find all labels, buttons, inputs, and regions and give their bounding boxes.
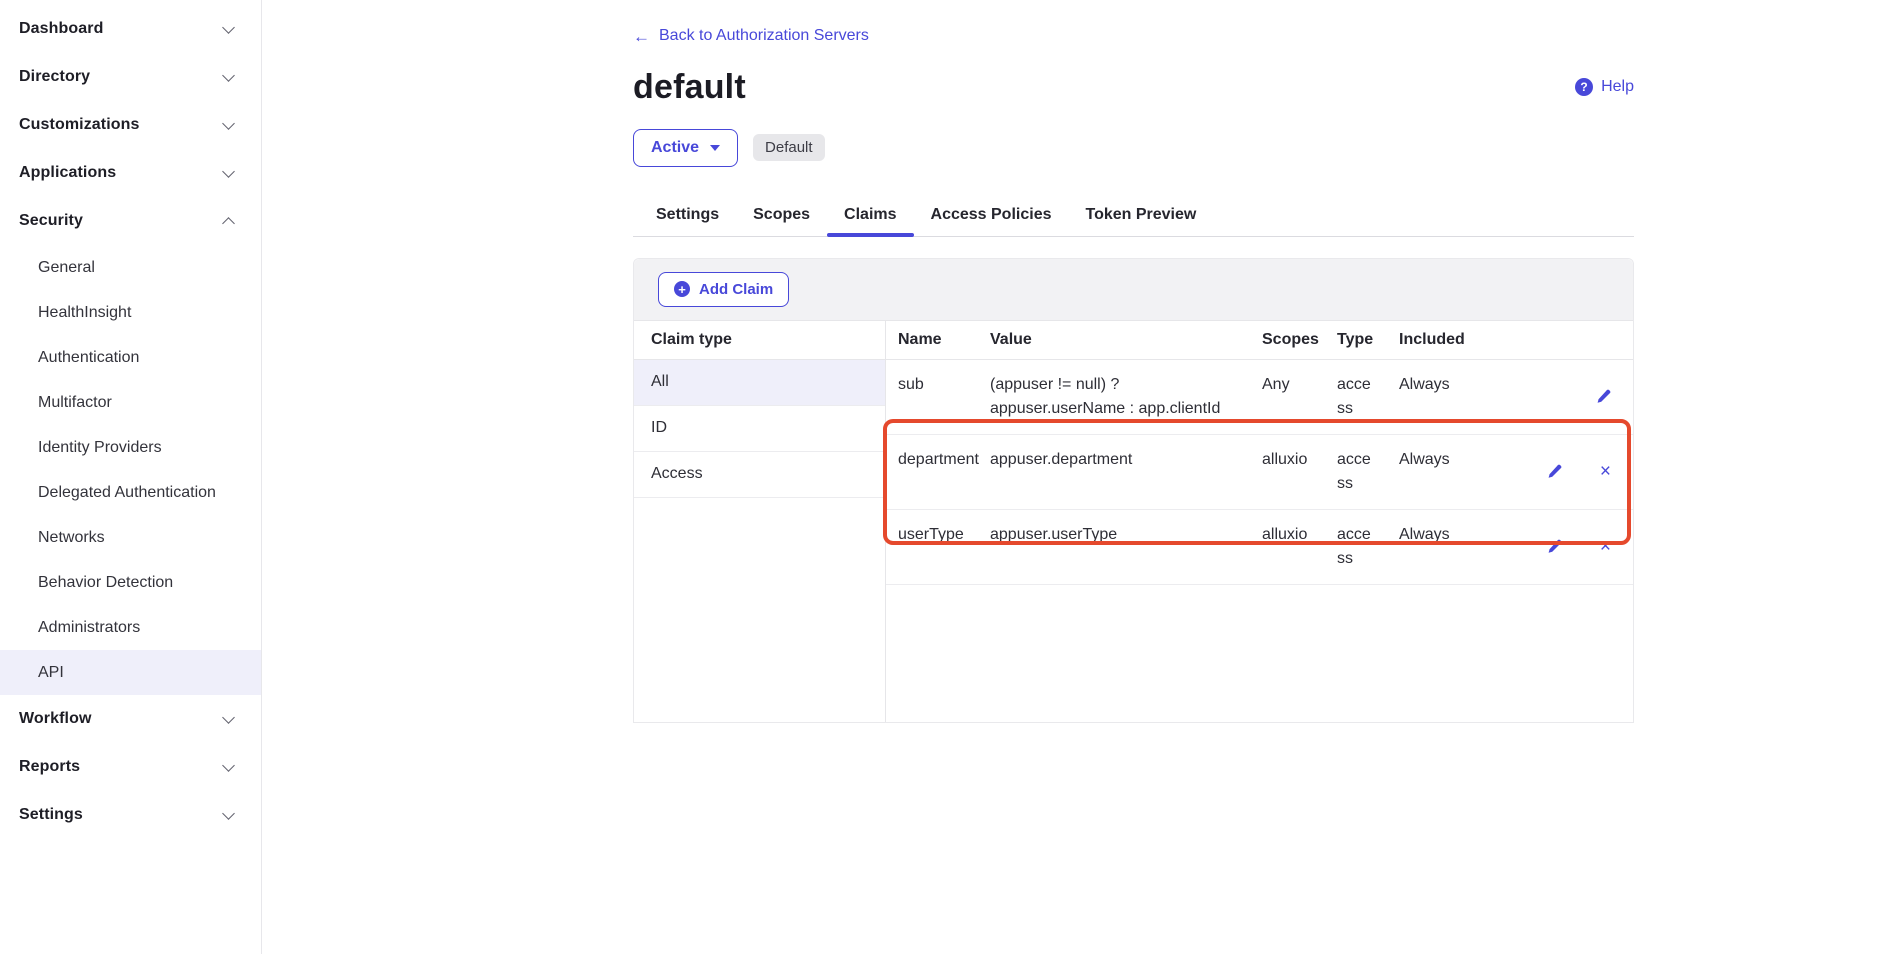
claim-value: appuser.userType: [990, 523, 1262, 547]
sidebar-item-label: Applications: [19, 164, 116, 182]
sidebar-item-administrators[interactable]: Administrators: [0, 605, 261, 650]
sidebar-item-general[interactable]: General: [0, 245, 261, 290]
caret-down-icon: [710, 145, 720, 151]
sidebar-item-applications[interactable]: Applications: [0, 149, 261, 197]
edit-claim-button[interactable]: [1547, 464, 1562, 479]
sidebar-item-label: Workflow: [19, 710, 92, 728]
sidebar-item-customizations[interactable]: Customizations: [0, 101, 261, 149]
status-label: Active: [651, 139, 699, 157]
claim-type: access: [1337, 373, 1399, 421]
sidebar-item-workflow[interactable]: Workflow: [0, 695, 261, 743]
table-row-department: department appuser.department alluxio ac…: [886, 435, 1633, 510]
delete-claim-button[interactable]: ×: [1600, 537, 1611, 556]
page-title: default: [633, 68, 746, 107]
claims-toolbar: + Add Claim: [634, 259, 1633, 321]
delete-claim-button[interactable]: ×: [1600, 462, 1611, 481]
sidebar-item-reports[interactable]: Reports: [0, 743, 261, 791]
pencil-icon: [1596, 389, 1611, 404]
tab-scopes[interactable]: Scopes: [736, 194, 827, 236]
back-arrow-icon: ←: [633, 28, 650, 45]
sidebar-item-security[interactable]: Security: [0, 197, 261, 245]
back-link-label: Back to Authorization Servers: [659, 27, 869, 45]
table-row-usertype: userType appuser.userType alluxio access…: [886, 510, 1633, 585]
column-header-type: Type: [1337, 328, 1399, 352]
main-area: ← Back to Authorization Servers default …: [262, 0, 1900, 723]
claim-type: access: [1337, 523, 1399, 571]
sidebar-item-authentication[interactable]: Authentication: [0, 335, 261, 380]
claim-included: Always: [1399, 373, 1489, 397]
tab-settings[interactable]: Settings: [639, 194, 736, 236]
claim-type: access: [1337, 448, 1399, 496]
sidebar-item-directory[interactable]: Directory: [0, 53, 261, 101]
back-to-authorization-servers-link[interactable]: ← Back to Authorization Servers: [633, 27, 869, 45]
sidebar-item-label: Dashboard: [19, 20, 103, 38]
sidebar: Dashboard Directory Customizations Appli…: [0, 0, 262, 954]
chevron-down-icon: [222, 759, 235, 772]
claims-table: Name Value Scopes Type Included sub (app…: [886, 321, 1633, 722]
column-header-value: Value: [990, 328, 1262, 352]
pencil-icon: [1547, 539, 1562, 554]
claim-type-header: Claim type: [634, 321, 885, 360]
edit-claim-button[interactable]: [1596, 389, 1611, 404]
status-dropdown-button[interactable]: Active: [633, 129, 738, 167]
sidebar-item-label: Settings: [19, 806, 83, 824]
claim-scopes: Any: [1262, 373, 1337, 397]
column-header-scopes: Scopes: [1262, 328, 1337, 352]
chevron-down-icon: [222, 69, 235, 82]
sidebar-item-healthinsight[interactable]: HealthInsight: [0, 290, 261, 335]
column-header-included: Included: [1399, 328, 1489, 352]
claim-type-id[interactable]: ID: [634, 406, 885, 452]
claim-value: appuser.department: [990, 448, 1262, 472]
close-icon: ×: [1600, 462, 1611, 481]
column-header-name: Name: [886, 328, 990, 352]
chevron-down-icon: [222, 711, 235, 724]
claim-scopes: alluxio: [1262, 523, 1337, 547]
claim-type-all[interactable]: All: [634, 360, 885, 406]
add-claim-button[interactable]: + Add Claim: [658, 272, 789, 307]
close-icon: ×: [1600, 537, 1611, 556]
sidebar-item-api[interactable]: API: [0, 650, 261, 695]
sidebar-item-identity-providers[interactable]: Identity Providers: [0, 425, 261, 470]
chevron-down-icon: [222, 165, 235, 178]
tab-claims[interactable]: Claims: [827, 194, 913, 236]
claim-included: Always: [1399, 523, 1489, 547]
sidebar-item-delegated-authentication[interactable]: Delegated Authentication: [0, 470, 261, 515]
table-row-sub: sub (appuser != null) ? appuser.userName…: [886, 360, 1633, 435]
sidebar-item-label: Reports: [19, 758, 80, 776]
sidebar-item-multifactor[interactable]: Multifactor: [0, 380, 261, 425]
claim-value: (appuser != null) ? appuser.userName : a…: [990, 373, 1262, 421]
tab-access-policies[interactable]: Access Policies: [914, 194, 1069, 236]
chevron-down-icon: [222, 807, 235, 820]
claims-table-header: Name Value Scopes Type Included: [886, 321, 1633, 360]
claim-type-access[interactable]: Access: [634, 452, 885, 498]
claim-name: sub: [886, 373, 990, 397]
sidebar-item-networks[interactable]: Networks: [0, 515, 261, 560]
tab-bar: Settings Scopes Claims Access Policies T…: [633, 194, 1634, 237]
claim-name: userType: [886, 523, 990, 547]
sidebar-item-behavior-detection[interactable]: Behavior Detection: [0, 560, 261, 605]
add-claim-label: Add Claim: [699, 281, 773, 298]
help-icon: ?: [1575, 78, 1593, 96]
help-link[interactable]: ? Help: [1575, 78, 1634, 96]
claim-name: department: [886, 448, 990, 472]
help-label: Help: [1601, 78, 1634, 96]
claim-included: Always: [1399, 448, 1489, 472]
sidebar-item-dashboard[interactable]: Dashboard: [0, 5, 261, 53]
sidebar-item-settings[interactable]: Settings: [0, 791, 261, 839]
edit-claim-button[interactable]: [1547, 539, 1562, 554]
sidebar-item-label: Customizations: [19, 116, 140, 134]
tab-token-preview[interactable]: Token Preview: [1068, 194, 1213, 236]
pencil-icon: [1547, 464, 1562, 479]
chevron-down-icon: [222, 21, 235, 34]
sidebar-item-label: Directory: [19, 68, 90, 86]
claims-panel: + Add Claim Claim type All ID Access Nam…: [633, 258, 1634, 723]
chevron-up-icon: [222, 217, 235, 230]
default-badge: Default: [753, 134, 825, 161]
sidebar-item-label: Security: [19, 212, 83, 230]
claim-type-column: Claim type All ID Access: [634, 321, 886, 722]
plus-icon: +: [674, 281, 690, 297]
chevron-down-icon: [222, 117, 235, 130]
claim-scopes: alluxio: [1262, 448, 1337, 472]
